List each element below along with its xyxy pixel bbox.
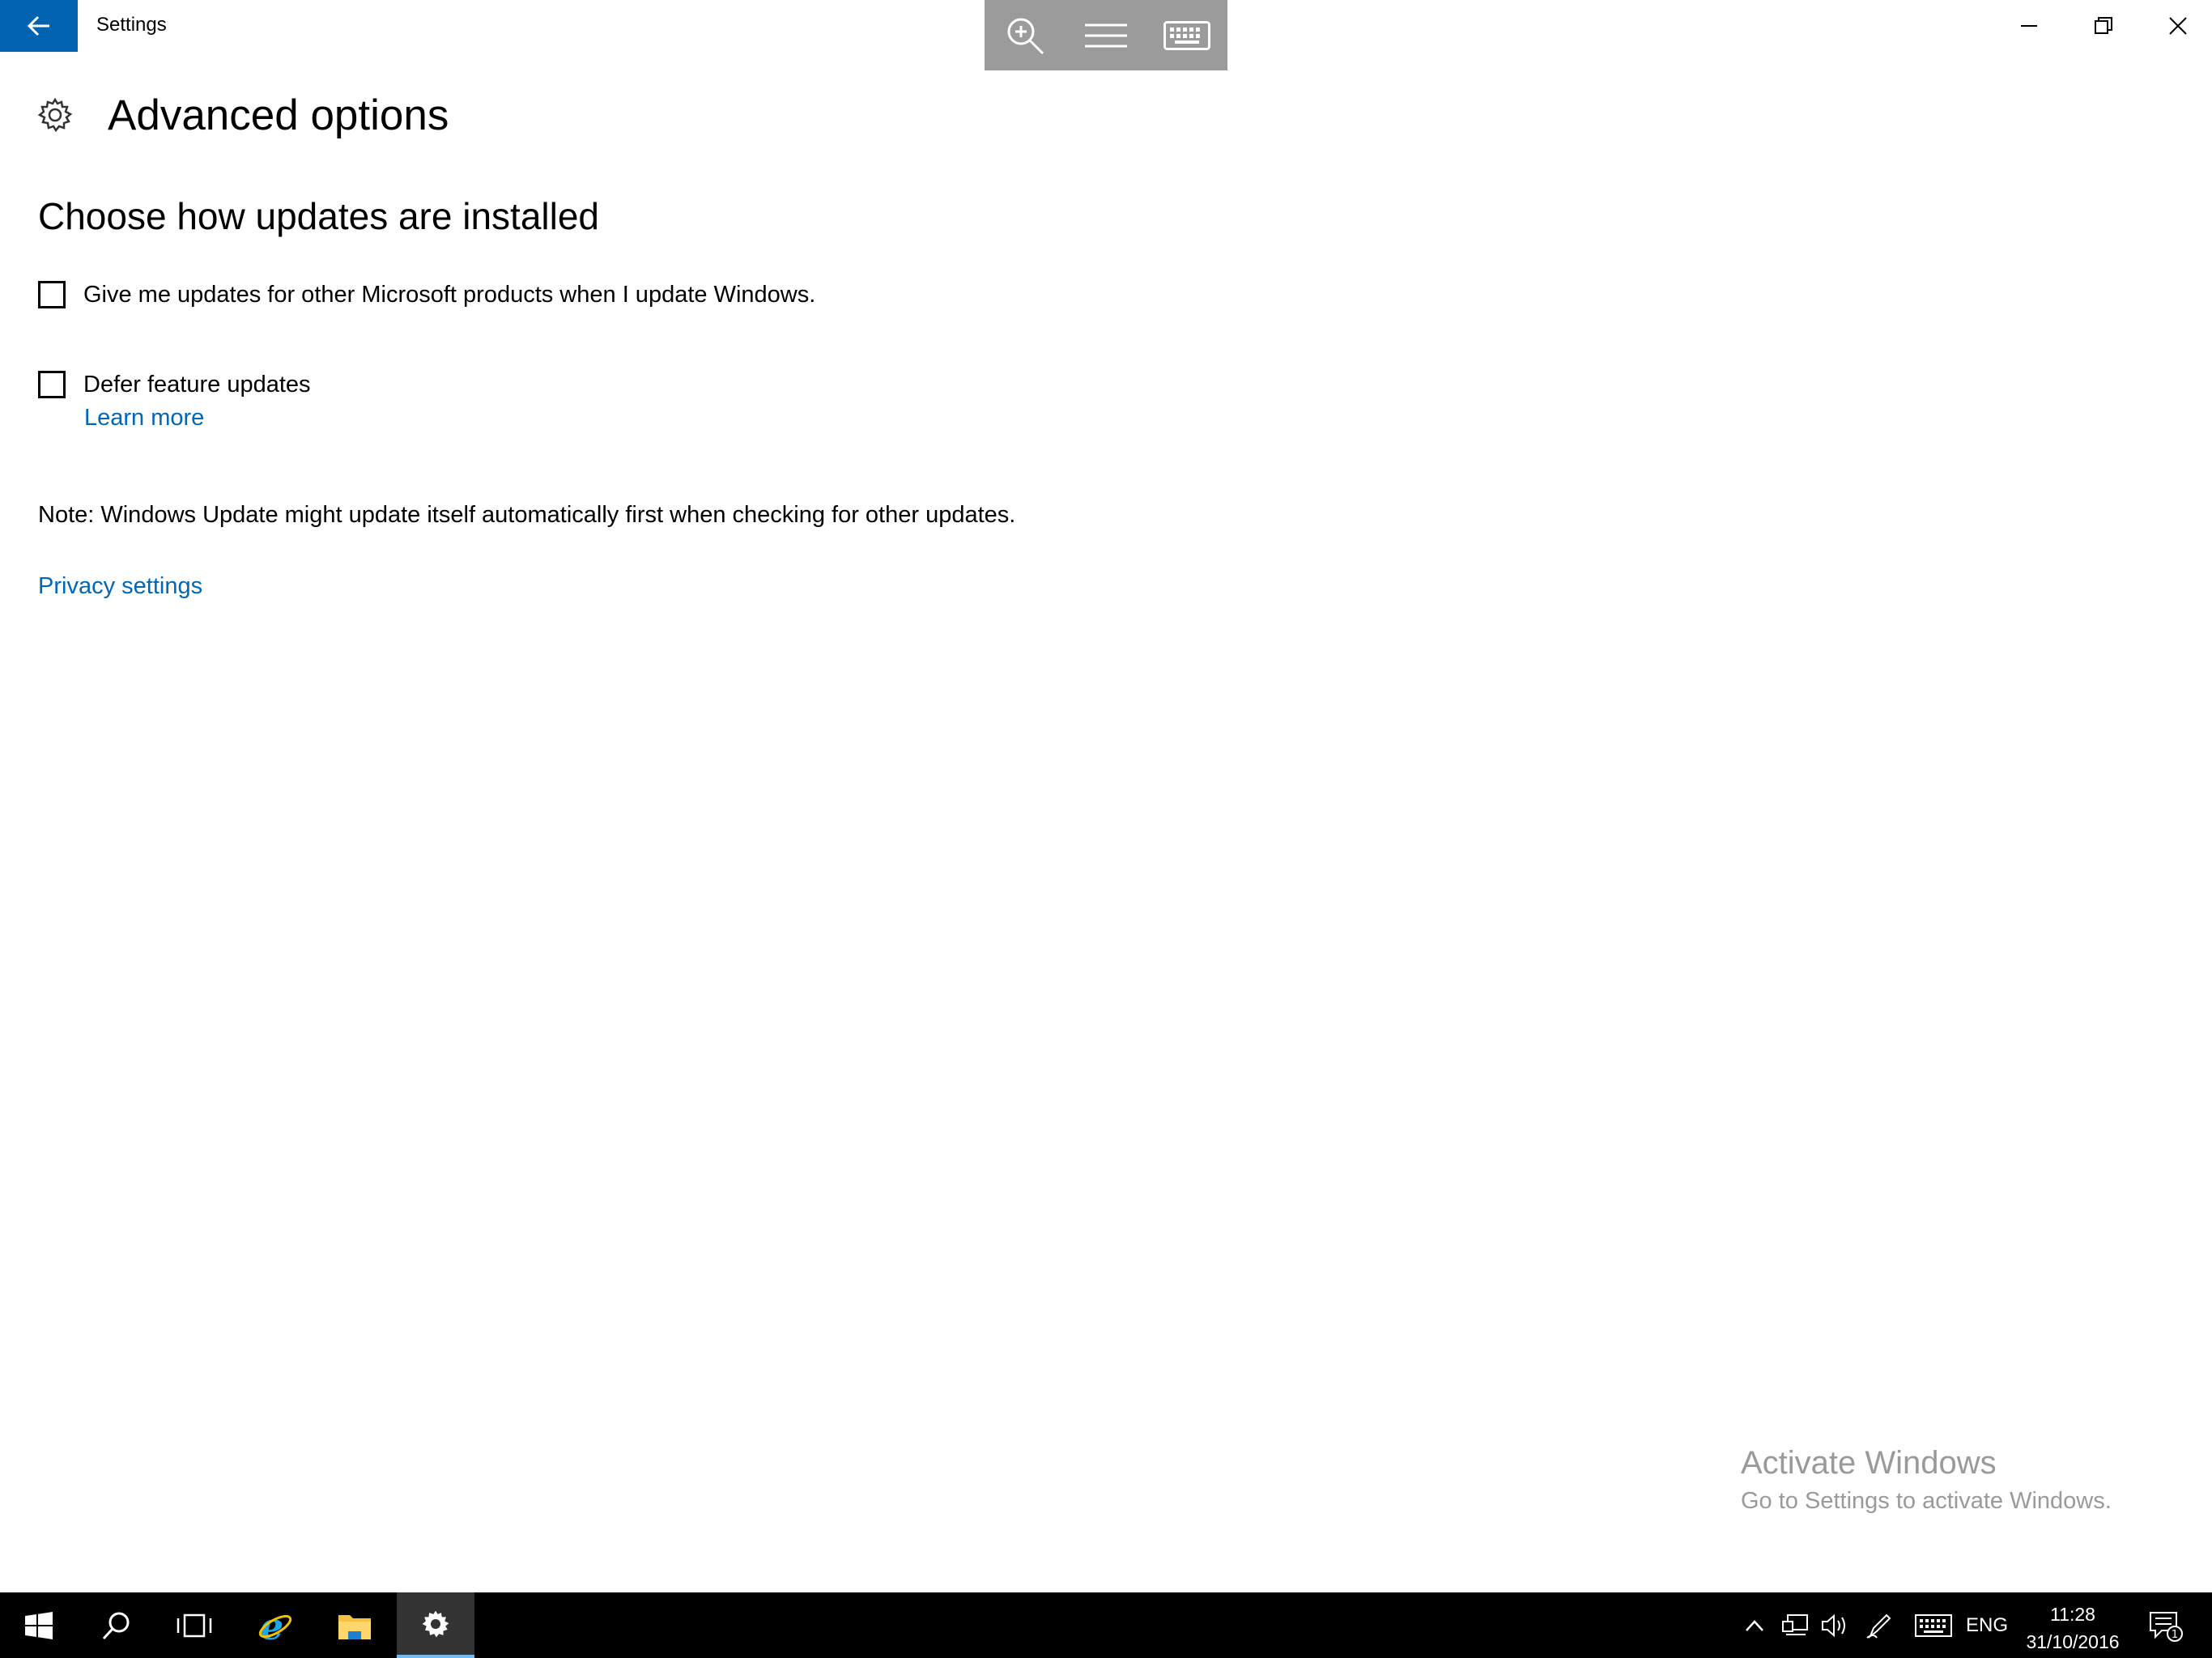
clock[interactable]: 11:28 31/10/2016 xyxy=(2016,1601,2129,1656)
search-icon xyxy=(102,1612,130,1639)
action-center-button[interactable]: 1 xyxy=(2142,1592,2191,1658)
start-button[interactable] xyxy=(0,1592,78,1658)
restore-button[interactable] xyxy=(2066,0,2141,52)
restore-icon xyxy=(2095,17,2112,34)
network-icon xyxy=(1782,1613,1808,1635)
task-view-button[interactable] xyxy=(155,1592,233,1658)
folder-icon xyxy=(338,1614,371,1639)
input-language-indicator[interactable]: ENG xyxy=(1966,1614,2008,1637)
search-button[interactable] xyxy=(78,1592,155,1658)
privacy-settings-link[interactable]: Privacy settings xyxy=(38,573,202,600)
floating-toolbar xyxy=(985,0,1227,70)
magnifier-button[interactable] xyxy=(989,0,1061,70)
minimize-icon xyxy=(2021,25,2037,27)
clock-date: 31/10/2016 xyxy=(2026,1631,2120,1652)
learn-more-link[interactable]: Learn more xyxy=(84,405,204,432)
defer-feature-updates-label: Defer feature updates xyxy=(83,371,311,397)
keyboard-icon xyxy=(1163,20,1210,50)
taskbar: e ENG 11:28 31/10/2016 1 xyxy=(0,1592,2212,1658)
gear-icon xyxy=(37,97,73,133)
activate-windows-title: Activate Windows xyxy=(1741,1445,1997,1481)
other-products-updates-label: Give me updates for other Microsoft prod… xyxy=(83,281,816,308)
other-products-updates-checkbox-row[interactable]: Give me updates for other Microsoft prod… xyxy=(38,281,815,308)
notification-count-badge: 1 xyxy=(2172,1629,2178,1641)
section-title: Choose how updates are installed xyxy=(38,195,600,237)
pen-workspace-button[interactable] xyxy=(1859,1592,1899,1658)
back-button[interactable] xyxy=(0,0,78,52)
menu-button[interactable] xyxy=(1070,0,1142,70)
close-icon xyxy=(2169,17,2187,35)
window-title: Settings xyxy=(96,14,167,36)
settings-taskbar-button[interactable] xyxy=(397,1592,474,1658)
network-button[interactable] xyxy=(1775,1592,1815,1658)
other-products-updates-checkbox[interactable] xyxy=(38,281,66,308)
keyboard-icon xyxy=(1915,1613,1952,1637)
internet-explorer-button[interactable]: e xyxy=(236,1592,314,1658)
activate-windows-watermark: Activate Windows Go to Settings to activ… xyxy=(1741,1445,2112,1515)
hamburger-menu-icon xyxy=(1085,23,1127,47)
minimize-button[interactable] xyxy=(1992,0,2066,52)
zoom-in-icon xyxy=(1007,18,1044,54)
volume-button[interactable] xyxy=(1815,1592,1856,1658)
settings-gear-icon xyxy=(422,1610,449,1637)
touch-keyboard-button[interactable] xyxy=(1909,1592,1958,1658)
volume-icon xyxy=(1822,1613,1845,1637)
notification-icon: 1 xyxy=(2150,1611,2183,1642)
svg-text:e: e xyxy=(260,1607,283,1644)
clock-time: 11:28 xyxy=(2050,1604,2095,1625)
pen-icon xyxy=(1866,1613,1891,1639)
back-arrow-icon xyxy=(27,15,49,36)
chevron-up-icon xyxy=(1746,1619,1763,1631)
show-hidden-icons-button[interactable] xyxy=(1734,1592,1775,1658)
task-view-icon xyxy=(177,1613,212,1637)
page-title: Advanced options xyxy=(108,91,449,139)
update-note: Note: Windows Update might update itself… xyxy=(38,502,1016,528)
activate-windows-subtitle: Go to Settings to activate Windows. xyxy=(1741,1488,2112,1514)
defer-feature-updates-checkbox-row[interactable]: Defer feature updates xyxy=(38,371,311,398)
internet-explorer-icon: e xyxy=(258,1607,292,1644)
file-explorer-button[interactable] xyxy=(316,1592,393,1658)
close-button[interactable] xyxy=(2141,0,2212,52)
keyboard-button[interactable] xyxy=(1151,0,1223,70)
windows-logo-icon xyxy=(25,1611,53,1639)
defer-feature-updates-checkbox[interactable] xyxy=(38,371,66,398)
